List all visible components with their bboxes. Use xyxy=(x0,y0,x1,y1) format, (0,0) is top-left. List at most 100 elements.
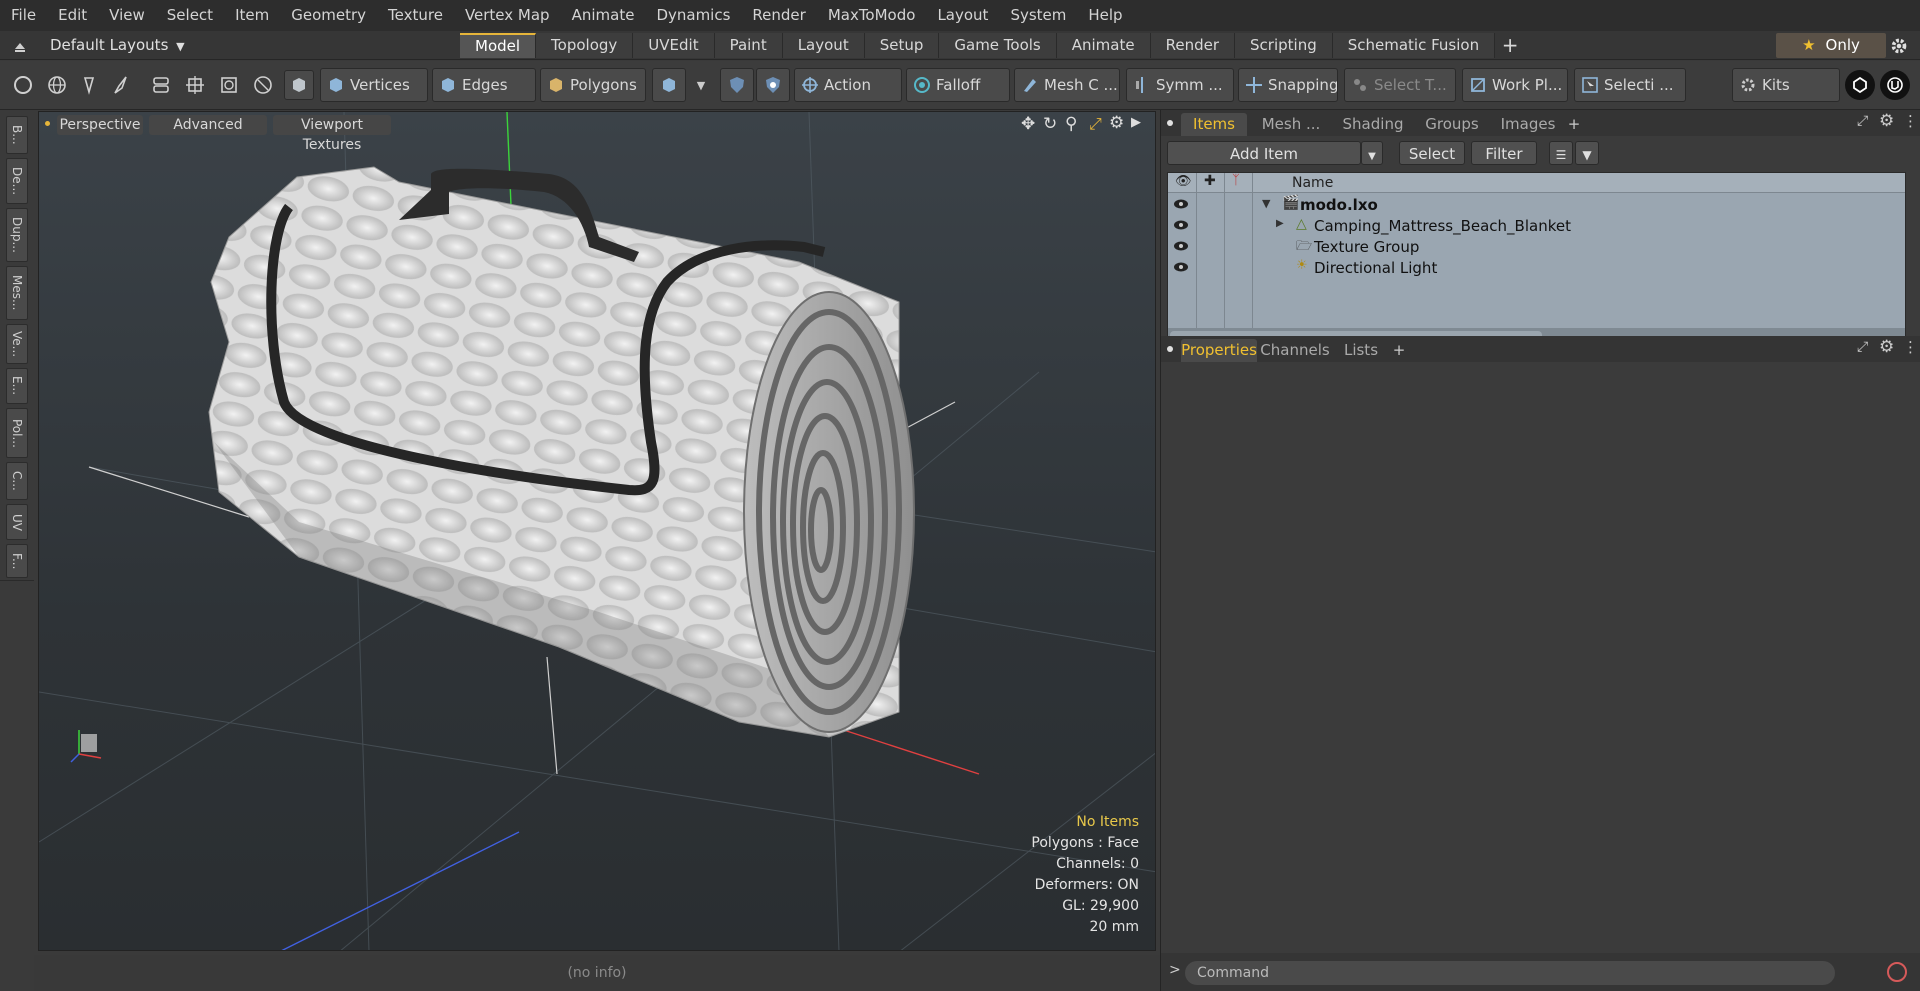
maximize-view-icon[interactable]: ⤢ xyxy=(1089,114,1102,134)
tab-render[interactable]: Render xyxy=(1150,33,1236,58)
globe-icon[interactable] xyxy=(42,70,72,100)
crosshair-icon[interactable] xyxy=(180,70,210,100)
menu-dynamics[interactable]: Dynamics xyxy=(645,0,741,31)
expand-panel-icon[interactable]: ⤢ xyxy=(1857,339,1868,355)
viewport-textures-dropdown[interactable]: Viewport Textures xyxy=(273,115,391,153)
menu-view[interactable]: View xyxy=(98,0,156,31)
circle-slash-icon[interactable] xyxy=(248,70,278,100)
panel-menu-dot-icon[interactable] xyxy=(1167,346,1173,352)
tab-channels[interactable]: Channels xyxy=(1259,339,1331,362)
circle-select-icon[interactable] xyxy=(8,70,38,100)
select-through-button[interactable]: Select T... xyxy=(1344,68,1456,102)
perspective-dropdown[interactable]: Perspective xyxy=(57,115,143,135)
tab-model[interactable]: Model xyxy=(460,33,537,58)
unity-icon[interactable] xyxy=(1845,70,1875,100)
panel-dots-icon[interactable]: ⋮ xyxy=(1903,338,1918,356)
shield-ball-button[interactable] xyxy=(756,68,790,102)
command-history-icon[interactable] xyxy=(1887,962,1907,982)
kits-button[interactable]: Kits xyxy=(1732,68,1840,102)
gear-icon[interactable] xyxy=(1886,35,1912,57)
rotate-view-icon[interactable]: ↻ xyxy=(1043,114,1057,134)
tab-lists[interactable]: Lists xyxy=(1333,339,1389,362)
visibility-eye-icon[interactable] xyxy=(1173,240,1189,252)
unreal-icon[interactable] xyxy=(1880,70,1910,100)
3d-viewport[interactable]: Perspective Advanced Viewport Textures ✥… xyxy=(38,111,1156,951)
visibility-eye-icon[interactable] xyxy=(1173,261,1189,273)
tab-animate[interactable]: Animate xyxy=(1056,33,1151,58)
menu-render[interactable]: Render xyxy=(741,0,816,31)
tab-items[interactable]: Items xyxy=(1181,113,1247,136)
menu-vertex-map[interactable]: Vertex Map xyxy=(454,0,561,31)
falloff-button[interactable]: Falloff xyxy=(906,68,1010,102)
add-tab-button[interactable]: + xyxy=(1495,33,1525,58)
menu-geometry[interactable]: Geometry xyxy=(280,0,377,31)
item-row-mesh[interactable]: ▶ △ Camping_Mattress_Beach_Blanket xyxy=(1168,215,1905,236)
expand-panel-icon[interactable]: ⤢ xyxy=(1857,113,1868,129)
collapse-list-button[interactable]: ☰ xyxy=(1549,141,1573,165)
left-tab-polygon[interactable]: Pol... xyxy=(6,408,28,458)
add-panel-tab-button[interactable]: + xyxy=(1389,339,1409,362)
command-input[interactable]: Command xyxy=(1185,961,1835,985)
item-row-scene[interactable]: ▼ 🎬 modo.lxo xyxy=(1168,194,1905,215)
shading-advanced-dropdown[interactable]: Advanced xyxy=(149,115,267,135)
move-view-icon[interactable]: ✥ xyxy=(1021,114,1035,134)
left-tab-uv[interactable]: UV xyxy=(6,504,28,540)
work-plane-button[interactable]: Work Pl... xyxy=(1462,68,1568,102)
material-mode-button[interactable] xyxy=(652,68,686,102)
collapse-up-icon[interactable] xyxy=(12,38,28,54)
mesh-constraint-button[interactable]: Mesh C ... xyxy=(1014,68,1120,102)
tab-groups[interactable]: Groups xyxy=(1417,113,1487,136)
viewport-menu-dot-icon[interactable] xyxy=(45,121,50,126)
viewport-expand-arrow-icon[interactable]: ▶ xyxy=(1131,115,1141,130)
snapping-button[interactable]: Snapping xyxy=(1238,68,1338,102)
polygons-button[interactable]: Polygons xyxy=(540,68,646,102)
funnel-filter-button[interactable]: ▼ xyxy=(1575,141,1599,165)
tab-images[interactable]: Images xyxy=(1493,113,1563,136)
panel-gear-icon[interactable]: ⚙ xyxy=(1879,111,1894,131)
left-tab-deform[interactable]: De... xyxy=(6,158,28,204)
brush-icon[interactable] xyxy=(106,70,136,100)
left-tab-curve[interactable]: C... xyxy=(6,462,28,500)
expand-arrow-icon[interactable]: ▶ xyxy=(1276,218,1284,229)
vertices-button[interactable]: Vertices xyxy=(320,68,428,102)
tab-mesh-ops[interactable]: Mesh ... xyxy=(1251,113,1331,136)
tab-shading[interactable]: Shading xyxy=(1335,113,1411,136)
menu-file[interactable]: File xyxy=(0,0,47,31)
name-column-header[interactable]: Name xyxy=(1292,174,1333,192)
layout-dropdown[interactable]: Default Layouts ▼ xyxy=(50,31,185,60)
only-toggle[interactable]: ★ Only xyxy=(1776,33,1886,58)
visibility-eye-icon[interactable] xyxy=(1173,219,1189,231)
symmetry-shield-button[interactable] xyxy=(720,68,754,102)
tab-schematic-fusion[interactable]: Schematic Fusion xyxy=(1332,33,1496,58)
filter-button[interactable]: Filter xyxy=(1471,141,1537,165)
add-item-button[interactable]: Add Item xyxy=(1167,141,1361,165)
tab-paint[interactable]: Paint xyxy=(714,33,783,58)
tab-layout[interactable]: Layout xyxy=(782,33,865,58)
panel-dots-icon[interactable]: ⋮ xyxy=(1903,112,1918,130)
menu-maxtomodo[interactable]: MaxToModo xyxy=(817,0,927,31)
panel-gear-icon[interactable]: ⚙ xyxy=(1879,337,1894,357)
select-button[interactable]: Select xyxy=(1399,141,1465,165)
snap-grid-icon[interactable] xyxy=(146,70,176,100)
tab-scripting[interactable]: Scripting xyxy=(1235,33,1333,58)
item-row-light[interactable]: ☀ Directional Light xyxy=(1168,257,1905,278)
left-tab-duplicate[interactable]: Dup... xyxy=(6,208,28,262)
menu-system[interactable]: System xyxy=(999,0,1077,31)
visibility-eye-icon[interactable] xyxy=(1173,198,1189,210)
menu-select[interactable]: Select xyxy=(156,0,224,31)
tab-properties[interactable]: Properties xyxy=(1181,339,1257,362)
zoom-view-icon[interactable]: ⚲ xyxy=(1065,114,1077,134)
viewport-settings-icon[interactable]: ⚙ xyxy=(1109,113,1124,133)
panel-menu-dot-icon[interactable] xyxy=(1167,120,1173,126)
item-mode-icon[interactable] xyxy=(284,70,314,100)
frame-icon[interactable] xyxy=(214,70,244,100)
tab-uvedit[interactable]: UVEdit xyxy=(633,33,715,58)
left-tab-basic[interactable]: B... xyxy=(6,116,28,154)
item-row-texture-group[interactable]: 🗁 Texture Group xyxy=(1168,236,1905,257)
add-panel-tab-button[interactable]: + xyxy=(1565,113,1583,136)
action-button[interactable]: Action xyxy=(794,68,902,102)
symmetry-button[interactable]: Symm ... xyxy=(1126,68,1234,102)
tab-topology[interactable]: Topology xyxy=(536,33,634,58)
left-tab-mesh-edit[interactable]: Mes... xyxy=(6,266,28,320)
menu-texture[interactable]: Texture xyxy=(377,0,454,31)
